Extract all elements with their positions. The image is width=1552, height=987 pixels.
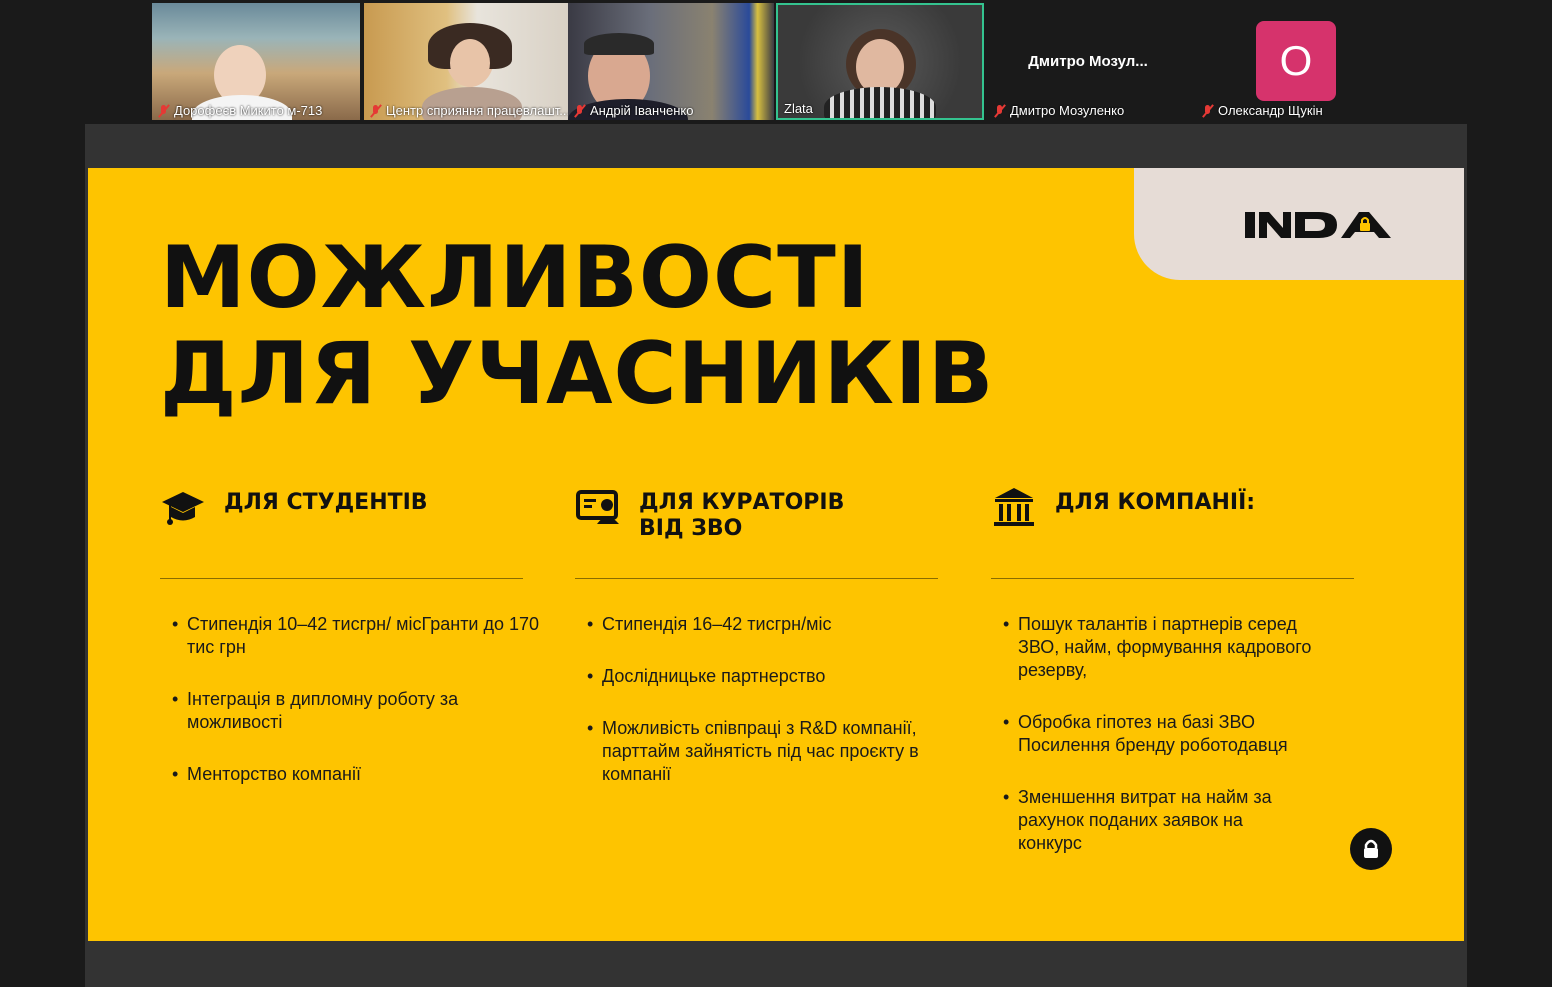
slide-title-line2: ДЛЯ УЧАСНИКІВ	[160, 324, 995, 424]
list-item: Стипендія 10–42 тисгрн/ місГранти до 170…	[160, 613, 540, 659]
participant-video-body	[824, 87, 936, 118]
column-curators: ДЛЯ КУРАТОРІВ ВІД ЗВО Стипендія 16–42 ти…	[575, 486, 955, 815]
divider	[991, 578, 1354, 579]
participant-tile[interactable]: Дмитро Мозул... Дмитро Мозуленко	[988, 3, 1188, 120]
mic-muted-icon	[574, 104, 586, 118]
participant-strip: Дорофеєв Микито м-713 Центр сприяння пра…	[0, 0, 1552, 122]
list-item: Можливість співпраці з R&D компанії, пар…	[575, 717, 955, 786]
participant-tile-active-speaker[interactable]: Zlata	[776, 3, 984, 120]
column-heading: ДЛЯ КУРАТОРІВ ВІД ЗВО	[639, 490, 845, 541]
divider	[575, 578, 938, 579]
participant-name: Андрій Іванченко	[574, 103, 693, 118]
participant-video-hair	[584, 33, 654, 55]
participant-video-face	[450, 39, 490, 87]
list-item: Стипендія 16–42 тисгрн/міс	[575, 613, 955, 636]
list-item: Зменшення витрат на найм за рахунок пода…	[991, 786, 1281, 855]
lock-button[interactable]	[1350, 828, 1392, 870]
participant-name: Дмитро Мозуленко	[994, 103, 1124, 118]
participant-display-name: Дмитро Мозул...	[1028, 53, 1148, 70]
benefit-list: Пошук талантів і партнерів серед ЗВО, на…	[991, 613, 1321, 855]
benefit-list: Стипендія 10–42 тисгрн/ місГранти до 170…	[160, 613, 540, 786]
mic-muted-icon	[158, 104, 170, 118]
presentation-person-icon	[576, 490, 619, 524]
mic-muted-icon	[370, 104, 382, 118]
divider	[160, 578, 523, 579]
slide-title: МОЖЛИВОСТІ ДЛЯ УЧАСНИКІВ	[160, 230, 994, 422]
participant-name: Олександр Щукін	[1202, 103, 1323, 118]
column-students: ДЛЯ СТУДЕНТІВ Стипендія 10–42 тисгрн/ мі…	[160, 486, 540, 815]
participant-name: Дорофеєв Микито м-713	[158, 103, 322, 118]
participant-name: Zlata	[784, 101, 813, 116]
participant-tile[interactable]: О Олександр Щукін	[1196, 3, 1396, 120]
nda-logo	[1245, 212, 1391, 238]
list-item: Менторство компанії	[160, 763, 540, 786]
presentation-slide: МОЖЛИВОСТІ ДЛЯ УЧАСНИКІВ ДЛЯ СТУДЕНТІВ С…	[88, 168, 1464, 941]
column-header: ДЛЯ КОМПАНІЇ:	[991, 486, 1371, 546]
column-companies: ДЛЯ КОМПАНІЇ: Пошук талантів і партнерів…	[991, 486, 1371, 884]
list-item: Дослідницьке партнерство	[575, 665, 955, 688]
benefit-list: Стипендія 16–42 тисгрн/міс Дослідницьке …	[575, 613, 955, 786]
participant-tile[interactable]: Андрій Іванченко	[568, 3, 774, 120]
column-header: ДЛЯ СТУДЕНТІВ	[160, 486, 540, 546]
list-item: Обробка гіпотез на базі ЗВО Посилення бр…	[991, 711, 1321, 757]
avatar: О	[1256, 21, 1336, 101]
list-item: Пошук талантів і партнерів серед ЗВО, на…	[991, 613, 1321, 682]
mic-muted-icon	[994, 104, 1006, 118]
participant-tile[interactable]: Центр сприяння працевлашт...	[364, 3, 570, 120]
participant-name: Центр сприяння працевлашт...	[370, 103, 570, 118]
graduation-cap-icon	[162, 492, 204, 525]
column-header: ДЛЯ КУРАТОРІВ ВІД ЗВО	[575, 486, 955, 546]
column-heading: ДЛЯ КОМПАНІЇ:	[1055, 490, 1256, 515]
institution-icon	[994, 488, 1034, 526]
lock-icon	[1364, 839, 1378, 858]
participant-tile[interactable]: Дорофеєв Микито м-713	[152, 3, 360, 120]
slide-title-line1: МОЖЛИВОСТІ	[160, 228, 870, 328]
list-item: Інтеграція в дипломну роботу за можливос…	[160, 688, 540, 734]
column-heading: ДЛЯ СТУДЕНТІВ	[224, 490, 428, 515]
mic-muted-icon	[1202, 104, 1214, 118]
